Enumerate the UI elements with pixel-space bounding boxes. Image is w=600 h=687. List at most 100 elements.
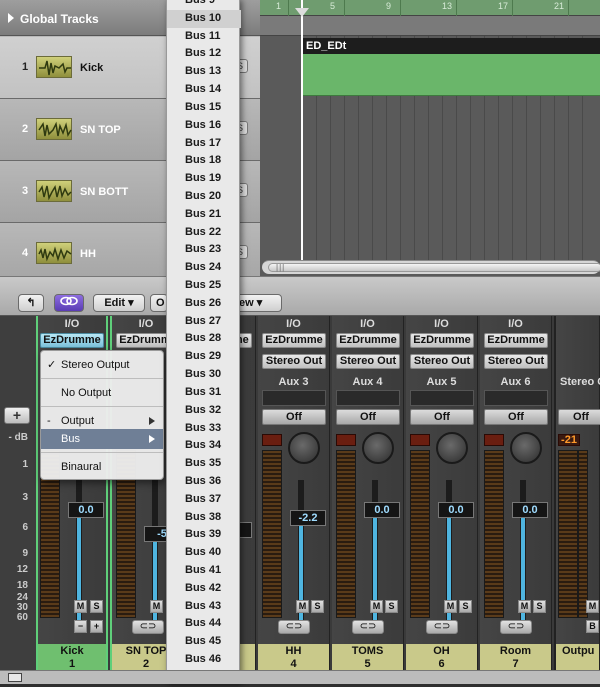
input-slot[interactable]: EzDrumme [262,333,326,348]
link-group-button[interactable]: ⊂⊃ [132,620,164,634]
mute-button[interactable]: M [444,600,457,613]
bus-item[interactable]: Bus 34 [167,437,241,455]
bus-item[interactable]: Bus 44 [167,615,241,633]
send-slot[interactable] [484,390,548,406]
bus-item[interactable]: Bus 40 [167,544,241,562]
input-slot[interactable]: EzDrumme [484,333,548,348]
playhead-marker-icon[interactable] [295,8,309,17]
menu-item-output[interactable]: - Output [41,411,163,431]
solo-button[interactable]: S [90,600,103,613]
bus-item[interactable]: Bus 41 [167,562,241,580]
fader-value[interactable]: 0.0 [438,502,474,518]
channel-strip-stereo-out[interactable]: Stereo O Off -21 M B Outpu [554,316,600,672]
pan-knob[interactable] [288,432,320,464]
mute-button[interactable]: M [74,600,87,613]
midi-region[interactable] [302,54,600,96]
channel-strip-oh[interactable]: I/O EzDrumme Stereo Out Aux 5 Off 0.0 M … [406,316,478,672]
horizontal-scrollbar[interactable]: ||| [262,260,600,274]
bus-item[interactable]: Bus 43 [167,598,241,616]
solo-button[interactable]: S [385,600,398,613]
fader-value[interactable]: 0.0 [512,502,548,518]
solo-button[interactable]: S [311,600,324,613]
input-slot[interactable]: EzDrumme [336,333,400,348]
plus-button[interactable]: + [90,620,103,633]
send-slot[interactable] [262,390,326,406]
bus-item[interactable]: Bus 16 [167,117,241,135]
menu-item-no-output[interactable]: No Output [41,383,163,403]
link-group-button[interactable]: ⊂⊃ [426,620,458,634]
pan-knob[interactable] [510,432,542,464]
mute-button[interactable]: M [150,600,163,613]
bus-item[interactable]: Bus 14 [167,81,241,99]
add-channel-button[interactable]: + [4,407,30,424]
bus-item[interactable]: Bus 10 [167,9,241,28]
automation-mode[interactable]: Off [336,409,400,425]
window-layout-icon[interactable] [8,673,22,682]
scrollbar-thumb[interactable] [268,263,600,272]
link-button[interactable] [54,294,84,312]
bus-item[interactable]: Bus 25 [167,277,241,295]
bus-item[interactable]: Bus 18 [167,152,241,170]
disclosure-triangle-icon[interactable] [8,13,14,23]
minus-button[interactable]: − [74,620,87,633]
input-slot[interactable]: EzDrumme [40,333,104,348]
pan-knob[interactable] [362,432,394,464]
bus-item[interactable]: Bus 20 [167,188,241,206]
output-slot[interactable]: Stereo Out [484,354,548,369]
automation-mode[interactable]: Off [262,409,326,425]
automation-mode[interactable]: Off [410,409,474,425]
bus-item[interactable]: Bus 15 [167,99,241,117]
bus-item[interactable]: Bus 42 [167,580,241,598]
bus-item[interactable]: Bus 24 [167,259,241,277]
channel-strip-room[interactable]: I/O EzDrumme Stereo Out Aux 6 Off 0.0 M … [480,316,552,672]
automation-mode[interactable]: Off [558,409,600,425]
fader-value[interactable]: -2.2 [290,510,326,526]
bounce-button[interactable]: B [586,620,599,633]
bus-item[interactable]: Bus 27 [167,313,241,331]
channel-label[interactable]: Room 7 [480,644,551,672]
bus-item[interactable]: Bus 17 [167,135,241,153]
channel-label[interactable]: TOMS 5 [332,644,403,672]
bus-item[interactable]: Bus 9 [167,0,241,10]
bus-item[interactable]: Bus 46 [167,651,241,669]
send-slot[interactable] [410,390,474,406]
peak-indicator[interactable]: -21 [558,434,580,446]
fader-value[interactable]: 0.0 [68,502,104,518]
mute-button[interactable]: M [586,600,599,613]
bus-item[interactable]: Bus 35 [167,455,241,473]
bus-item[interactable]: Bus 36 [167,473,241,491]
bus-item[interactable]: Bus 13 [167,63,241,81]
solo-button[interactable]: S [459,600,472,613]
bus-item[interactable]: Bus 37 [167,491,241,509]
bus-item[interactable]: Bus 22 [167,224,241,242]
bus-item[interactable]: Bus 19 [167,170,241,188]
bus-item[interactable]: Bus 11 [167,28,241,46]
channel-strip-toms[interactable]: I/O EzDrumme Stereo Out Aux 4 Off 0.0 M … [332,316,404,672]
bus-item[interactable]: Bus 31 [167,384,241,402]
bus-item[interactable]: Bus 23 [167,241,241,259]
mute-button[interactable]: M [370,600,383,613]
link-group-button[interactable]: ⊂⊃ [352,620,384,634]
pan-knob[interactable] [436,432,468,464]
bus-item[interactable]: Bus 12 [167,45,241,63]
bus-item[interactable]: Bus 38 [167,509,241,527]
send-slot[interactable] [336,390,400,406]
fader-value[interactable]: 0.0 [364,502,400,518]
bus-item[interactable]: Bus 33 [167,420,241,438]
menu-item-binaural[interactable]: Binaural [41,457,163,477]
output-slot[interactable]: Stereo Out [410,354,474,369]
bus-item[interactable]: Bus 26 [167,295,241,313]
channel-label[interactable]: OH 6 [406,644,477,672]
edit-menu-button[interactable]: Edit ▾ [93,294,145,312]
back-button[interactable]: ↰ [18,294,44,312]
bus-item[interactable]: Bus 21 [167,206,241,224]
input-slot[interactable]: EzDrumme [410,333,474,348]
channel-strip-hh[interactable]: I/O EzDrumme Stereo Out Aux 3 Off -2.2 M… [258,316,330,672]
channel-label[interactable]: Kick 1 [38,644,106,672]
bus-item[interactable]: Bus 39 [167,526,241,544]
link-group-button[interactable]: ⊂⊃ [278,620,310,634]
bus-item[interactable]: Bus 30 [167,366,241,384]
automation-mode[interactable]: Off [484,409,548,425]
bar-ruler[interactable]: 1 5 9 13 17 21 [260,0,600,16]
playhead[interactable] [301,0,303,262]
